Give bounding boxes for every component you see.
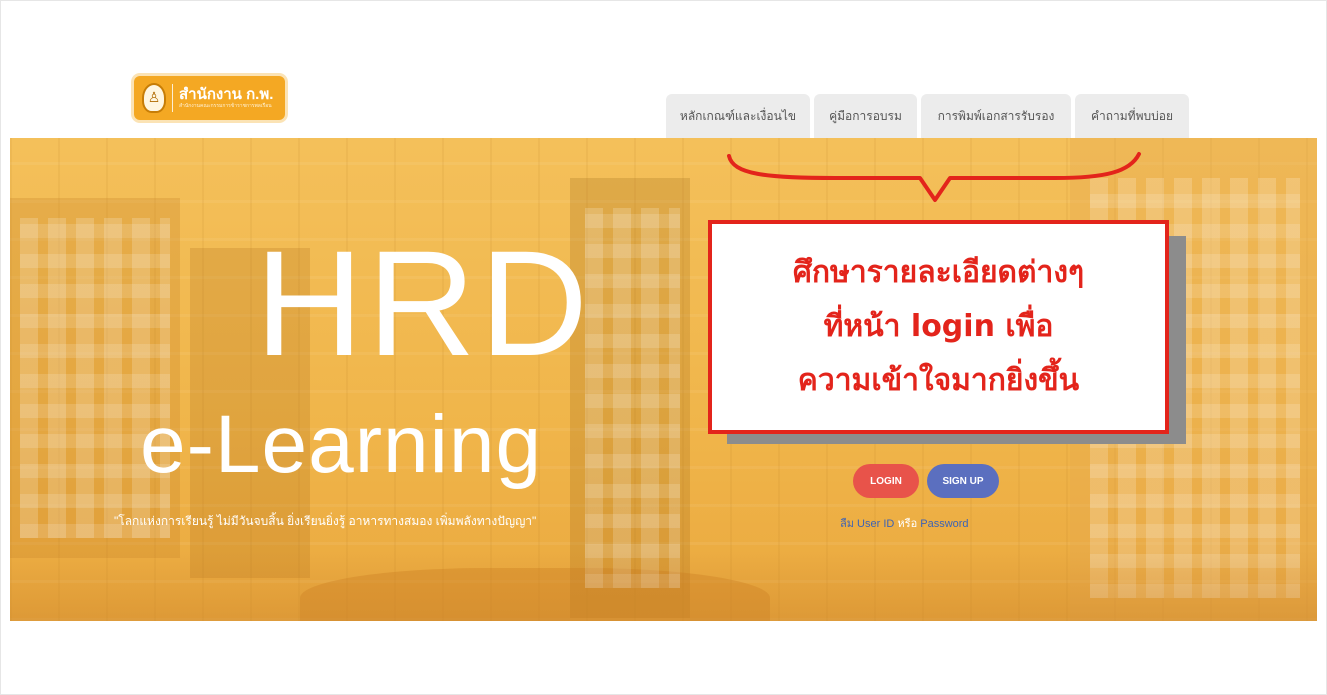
annotation-callout: ศึกษารายละเอียดต่างๆ ที่หน้า login เพื่อ… [708,220,1169,434]
forgot-credentials: ลืม User ID หรือ Password [840,514,969,532]
hero-subtitle: e-Learning [140,399,543,490]
logo-title: สำนักงาน ก.พ. [179,85,274,103]
tab-print-certificate[interactable]: การพิมพ์เอกสารรับรอง [921,94,1071,138]
tab-criteria[interactable]: หลักเกณฑ์และเงื่อนไข [666,94,810,138]
callout-line-2: ที่หน้า login เพื่อ [823,309,1054,344]
emblem-icon: ♙ [142,83,166,113]
callout-text: ศึกษารายละเอียดต่างๆ ที่หน้า login เพื่อ… [793,246,1084,408]
tab-faq[interactable]: คำถามที่พบบ่อย [1075,94,1189,138]
signup-button[interactable]: SIGN UP [927,464,999,498]
callout-line-3: ความเข้าใจมากยิ่งขึ้น [797,363,1080,398]
forgot-or-text: หรือ [897,518,918,530]
hero-slogan: "โลกแห่งการเรียนรู้ ไม่มีวันจบสิ้น ยิ่งเ… [114,514,537,528]
forgot-user-id-link[interactable]: ลืม User ID [840,518,894,530]
logo-divider [172,84,173,112]
site-logo[interactable]: ♙ สำนักงาน ก.พ. สำนักงานคณะกรรมการข้าราช… [134,76,285,120]
logo-subtitle: สำนักงานคณะกรรมการข้าราชการพลเรือน [179,102,272,109]
top-nav-tabs: หลักเกณฑ์และเงื่อนไข คู่มือการอบรม การพิ… [666,94,1189,138]
callout-line-1: ศึกษารายละเอียดต่างๆ [792,255,1085,290]
hero-ground [10,551,1317,621]
curly-brace-annotation [727,152,1141,202]
tab-training-manual[interactable]: คู่มือการอบรม [814,94,917,138]
forgot-password-link[interactable]: Password [920,518,968,530]
building-windows [20,218,170,538]
login-button[interactable]: LOGIN [853,464,919,498]
building-windows [585,208,680,588]
logo-text: สำนักงาน ก.พ. สำนักงานคณะกรรมการข้าราชกา… [179,85,274,110]
hero-title: HRD [255,219,592,387]
